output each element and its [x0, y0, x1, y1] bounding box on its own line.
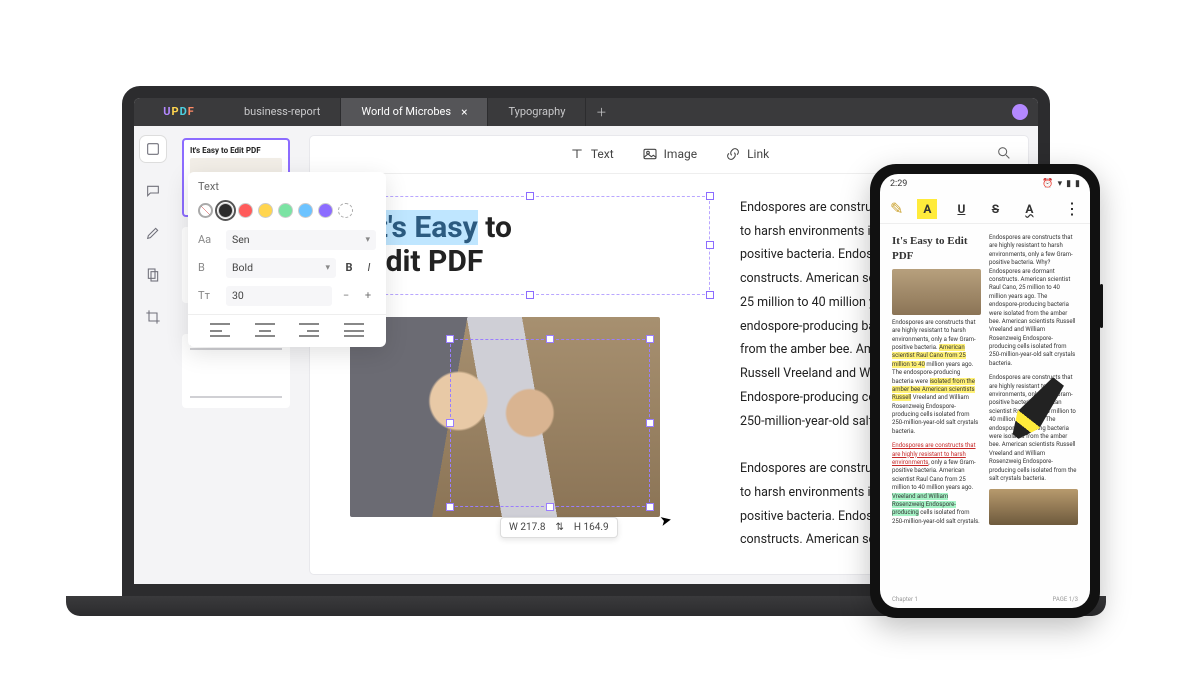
bold-button[interactable]: B: [342, 261, 356, 274]
tool-text-button[interactable]: Text: [569, 146, 614, 162]
align-left-button[interactable]: [210, 323, 230, 337]
size-increase-button[interactable]: +: [360, 289, 376, 302]
cursor-icon: ➤: [658, 512, 673, 530]
resize-handle[interactable]: [526, 291, 534, 299]
squiggly-button[interactable]: A: [1019, 199, 1039, 219]
image-crop-frame[interactable]: [450, 339, 650, 507]
phone-time: 2:29: [890, 179, 907, 189]
color-swatch[interactable]: [218, 203, 233, 218]
tool-pages-icon[interactable]: [140, 262, 166, 288]
align-center-button[interactable]: [255, 323, 275, 337]
phone-screen: 2:29 ⏰ ▾ ▮ ▮ ✎ A U S A ⋮ It's Easy to Ed…: [880, 174, 1090, 608]
avatar[interactable]: [1012, 104, 1028, 120]
resize-handle[interactable]: [646, 503, 654, 511]
size-row-label: Tт: [198, 289, 220, 302]
tab-world-of-microbes[interactable]: World of Microbes ×: [341, 98, 488, 126]
phone-body-text: Endospores are constructs that are highl…: [892, 319, 981, 436]
resize-handle[interactable]: [546, 503, 554, 511]
highlight-button[interactable]: A: [917, 199, 937, 219]
tab-bar: UPDF business-report World of Microbes ×…: [134, 98, 1038, 126]
tool-image-label: Image: [664, 147, 697, 161]
resize-handle[interactable]: [706, 291, 714, 299]
font-row-label: Aa: [198, 233, 220, 246]
phone-page-label: PAGE 1/3: [1053, 596, 1078, 604]
link-icon: [725, 146, 741, 162]
font-family-select[interactable]: Sen▾: [226, 230, 376, 250]
search-icon[interactable]: [996, 145, 1016, 165]
resize-handle[interactable]: [706, 241, 714, 249]
new-tab-button[interactable]: ＋: [586, 98, 616, 126]
close-icon[interactable]: ×: [461, 105, 467, 119]
tab-typography[interactable]: Typography: [488, 98, 586, 126]
panel-title: Text: [188, 172, 386, 199]
tool-crop-icon[interactable]: [140, 304, 166, 330]
phone-doc-image-2: [989, 489, 1078, 525]
font-weight-select[interactable]: Bold▾: [226, 258, 336, 278]
phone-annotate-toolbar: ✎ A U S A ⋮: [880, 194, 1090, 224]
resize-handle[interactable]: [646, 335, 654, 343]
tab-label: business-report: [244, 105, 320, 118]
resize-handle[interactable]: [526, 192, 534, 200]
signal-icon: ▮: [1066, 179, 1071, 189]
phone-body-text: Endospores are constructs that are highl…: [892, 442, 981, 526]
no-color-swatch[interactable]: [198, 203, 213, 218]
resize-handle[interactable]: [446, 503, 454, 511]
image-dimensions-readout: W 217.8 ⇅ H 164.9: [500, 517, 618, 538]
phone-status-bar: 2:29 ⏰ ▾ ▮ ▮: [880, 174, 1090, 194]
image-icon: [642, 146, 658, 162]
phone-body-text: Endospores are constructs that are highl…: [989, 234, 1078, 368]
strikethrough-button[interactable]: S: [985, 199, 1005, 219]
pen-icon[interactable]: ✎: [890, 199, 903, 218]
align-right-button[interactable]: [299, 323, 319, 337]
resize-handle[interactable]: [706, 192, 714, 200]
weight-row-label: B: [198, 261, 220, 274]
color-swatch[interactable]: [298, 203, 313, 218]
align-justify-button[interactable]: [344, 323, 364, 337]
app-brand: UPDF: [134, 98, 224, 126]
color-swatch[interactable]: [318, 203, 333, 218]
tool-link-label: Link: [747, 147, 769, 161]
tool-text-label: Text: [591, 147, 614, 161]
tool-edit-icon[interactable]: [140, 220, 166, 246]
tab-label: Typography: [508, 105, 565, 118]
alarm-icon: ⏰: [1042, 179, 1053, 189]
color-swatch-row: [188, 199, 386, 226]
editable-text-box[interactable]: It's Easy to Edit PDF: [350, 196, 710, 295]
color-picker-icon[interactable]: [338, 203, 353, 218]
phone-power-button: [1100, 284, 1103, 328]
phone-document-view[interactable]: It's Easy to Edit PDF Endospores are con…: [880, 224, 1090, 608]
tool-image-button[interactable]: Image: [642, 146, 697, 162]
phone-doc-image: [892, 269, 981, 315]
left-tool-strip: [134, 126, 172, 584]
phone-doc-title: It's Easy to Edit PDF: [892, 234, 981, 265]
font-size-input[interactable]: 30: [226, 286, 332, 306]
italic-button[interactable]: I: [362, 261, 376, 274]
resize-handle[interactable]: [446, 335, 454, 343]
resize-handle[interactable]: [546, 335, 554, 343]
color-swatch[interactable]: [258, 203, 273, 218]
title-rest-1: to: [478, 210, 512, 245]
color-swatch[interactable]: [238, 203, 253, 218]
resize-handle[interactable]: [446, 419, 454, 427]
tab-business-report[interactable]: business-report: [224, 98, 341, 126]
thumb-title: It's Easy to Edit PDF: [190, 146, 282, 155]
tool-link-button[interactable]: Link: [725, 146, 769, 162]
text-properties-panel[interactable]: Text Aa Sen▾: [188, 172, 386, 347]
phone-mockup: 2:29 ⏰ ▾ ▮ ▮ ✎ A U S A ⋮ It's Easy to Ed…: [870, 164, 1100, 618]
size-decrease-button[interactable]: −: [338, 289, 354, 302]
wifi-icon: ▾: [1058, 179, 1063, 189]
underline-button[interactable]: U: [951, 199, 971, 219]
text-align-row: [188, 314, 386, 347]
resize-handle[interactable]: [646, 419, 654, 427]
title-line-2: Edit PDF: [369, 244, 483, 279]
document-image[interactable]: W 217.8 ⇅ H 164.9 ➤: [350, 317, 710, 517]
color-swatch[interactable]: [278, 203, 293, 218]
text-icon: [569, 146, 585, 162]
phone-chapter-label: Chapter 1: [892, 596, 918, 604]
tool-reader-icon[interactable]: [140, 136, 166, 162]
tab-label: World of Microbes: [361, 105, 451, 118]
tool-comment-icon[interactable]: [140, 178, 166, 204]
battery-icon: ▮: [1075, 179, 1080, 189]
